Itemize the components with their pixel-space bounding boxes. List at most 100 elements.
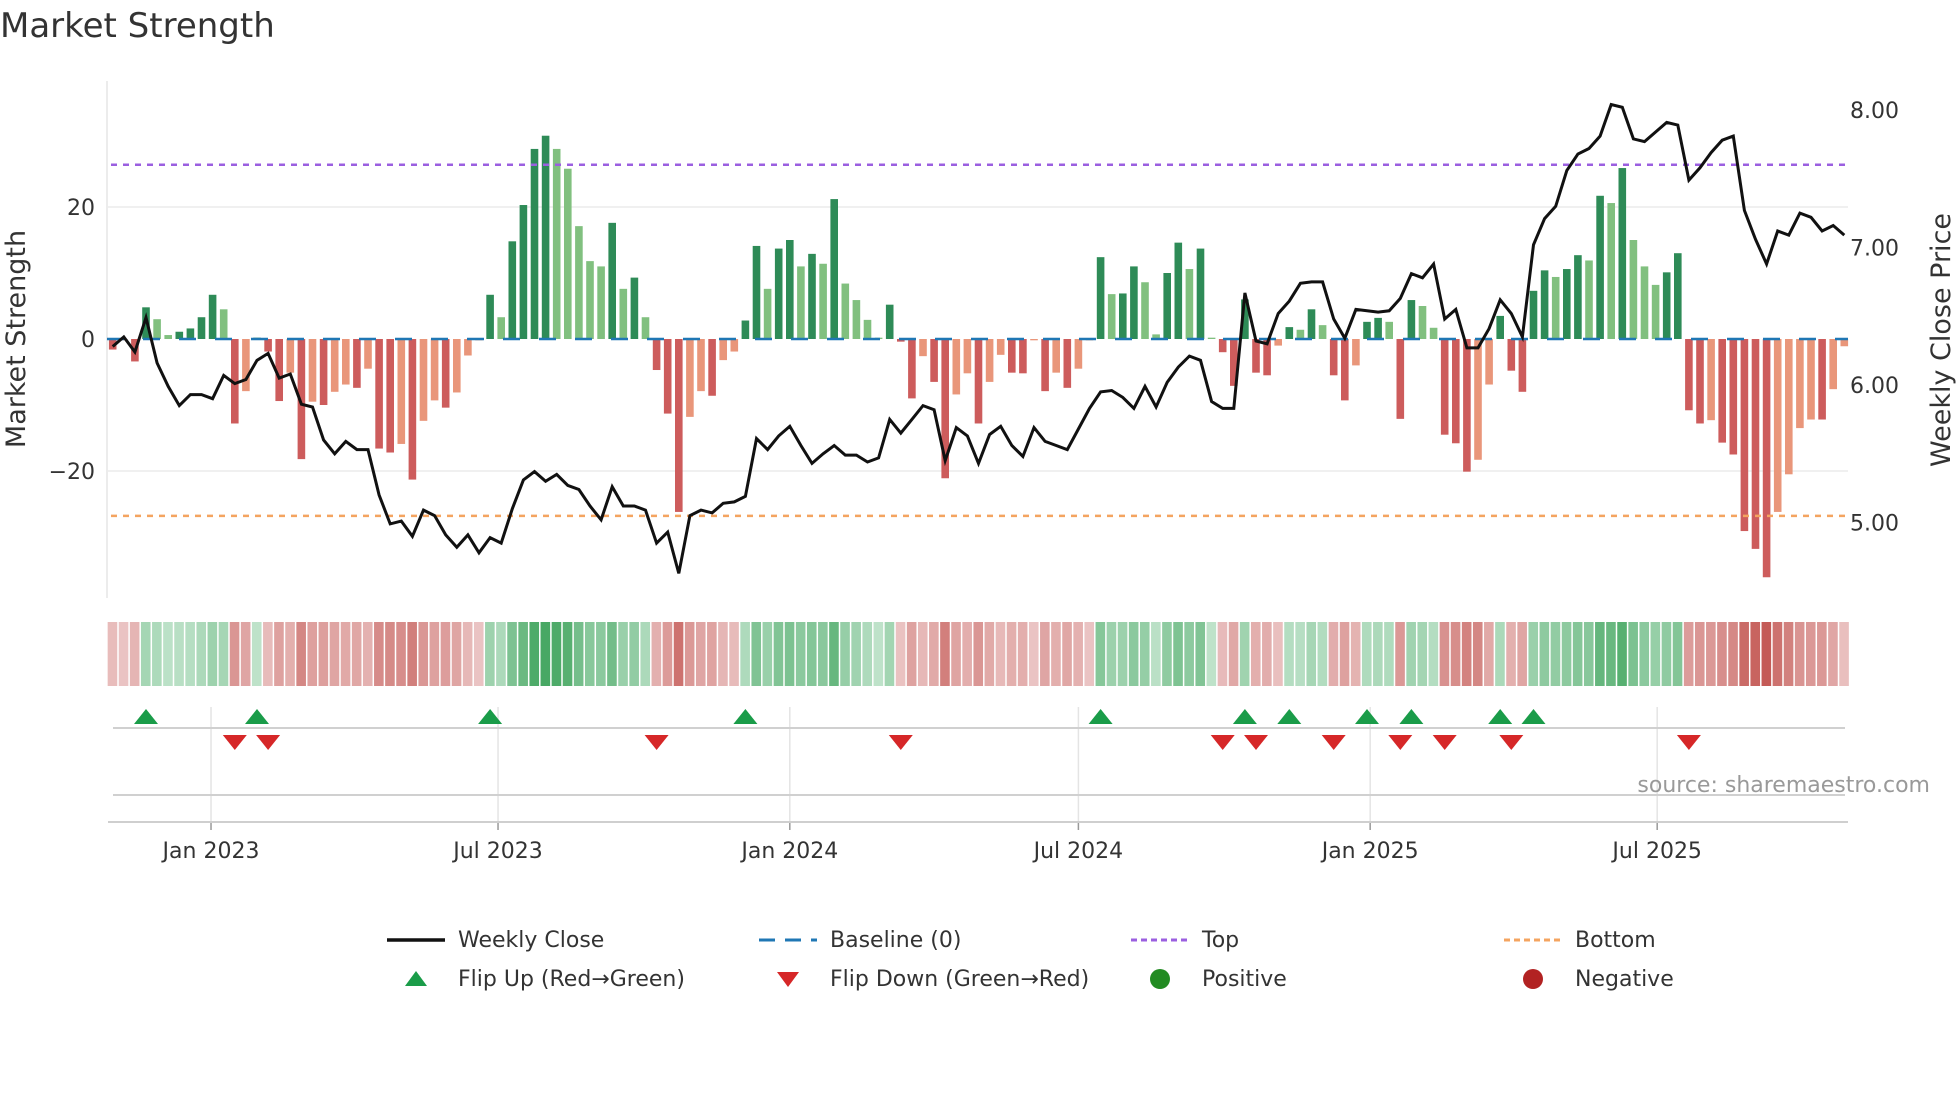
strength-bar: [242, 339, 250, 392]
strength-bar: [1374, 317, 1382, 339]
heat-strip-cell: [1350, 622, 1361, 686]
strength-bar: [741, 320, 750, 339]
heat-strip-cell: [573, 622, 584, 686]
strength-bar: [919, 339, 927, 357]
legend-baseline: Baseline (0): [759, 925, 961, 955]
heat-strip-cell: [229, 622, 240, 686]
x-tick-label: Jan 2025: [1320, 839, 1419, 864]
heat-strip-cell: [1195, 622, 1206, 686]
heat-strip-cell: [251, 622, 262, 686]
strength-bar: [397, 339, 406, 444]
strength-bar: [1629, 240, 1638, 339]
strength-bar: [996, 339, 1005, 355]
legend-label: Bottom: [1575, 927, 1656, 953]
flip-down-marker: [1388, 735, 1413, 750]
strength-bar: [508, 241, 517, 339]
heat-strip-cell: [1228, 622, 1239, 686]
heat-strip-cell: [1217, 622, 1228, 686]
source-note: source: sharemaestro.com: [1637, 773, 1930, 798]
y2-tick-label: 5.00: [1850, 512, 1899, 537]
circle-icon: [1504, 969, 1562, 989]
heat-strip-cell: [929, 622, 939, 686]
heat-strip-cell: [1572, 622, 1583, 686]
heat-strip-cell: [962, 622, 972, 686]
strength-bar: [1540, 270, 1549, 339]
strength-bar: [319, 339, 328, 405]
flip-up-marker: [134, 709, 158, 724]
strength-bar: [1718, 339, 1726, 443]
heat-strip-cell: [1040, 622, 1050, 686]
heat-strip-cell: [1761, 622, 1772, 686]
legend-label: Negative: [1575, 966, 1674, 992]
strength-bar: [1563, 269, 1571, 339]
heat-strip-cell: [795, 622, 806, 686]
heat-strip-cell: [263, 622, 273, 686]
legend-weekly-close: Weekly Close: [387, 925, 604, 955]
heat-strip-cell: [1273, 622, 1283, 686]
strength-bar: [1296, 329, 1305, 339]
strength-bar: [541, 135, 550, 339]
heat-strip-cell: [1417, 622, 1428, 686]
heat-strip-cell: [684, 622, 695, 686]
heat-strip-cell: [740, 622, 750, 686]
heat-strip-cell: [1783, 622, 1794, 686]
strength-bar: [1052, 339, 1060, 373]
legend-label: Flip Down (Green→Red): [830, 966, 1090, 992]
heat-strip-cell: [185, 622, 195, 686]
heat-strip-cell: [163, 622, 173, 686]
strength-bar: [1751, 339, 1760, 549]
strength-bar: [1551, 276, 1560, 339]
heat-strip-cell: [662, 622, 673, 686]
strength-bar: [164, 335, 172, 339]
heat-strip-cell: [307, 622, 318, 686]
strength-bar: [730, 339, 739, 352]
legend-label: Flip Up (Red→Green): [458, 966, 685, 992]
strength-bar: [1008, 339, 1016, 373]
heat-strip-cell: [917, 622, 928, 686]
flip-down-marker: [888, 735, 913, 750]
legend-negative: Negative: [1504, 964, 1674, 994]
strength-bar: [1385, 321, 1393, 339]
heat-strip-cell: [629, 622, 639, 686]
heat-strip-cell: [207, 622, 218, 686]
heat-strip-cell: [618, 622, 628, 686]
strength-bar: [1507, 339, 1516, 371]
heat-strip-cell: [973, 622, 984, 686]
strength-bar: [1396, 339, 1405, 419]
flip-up-marker: [1399, 709, 1424, 724]
strength-bar: [697, 339, 705, 392]
heat-strip-cell: [1506, 622, 1516, 686]
heat-strip-cell: [1284, 622, 1294, 686]
heat-strip-cell: [1306, 622, 1317, 686]
strength-bar: [963, 339, 972, 374]
heat-strip-cell: [540, 622, 551, 686]
heat-strip-cell: [1828, 622, 1838, 686]
x-tick-label: Jul 2024: [1032, 839, 1124, 864]
heat-strip-cell: [418, 622, 429, 686]
strength-bar: [708, 339, 716, 396]
heat-strip-cell: [318, 622, 329, 686]
heat-strip-cell: [651, 622, 662, 686]
heat-strip-cell: [718, 622, 728, 686]
heat-strip-cell: [1295, 622, 1305, 686]
strength-bar: [386, 339, 394, 453]
market-strength-chart: 20 0 −20 8.00 7.00 6.00 5.00 Market Strength Wee…: [1, 81, 1957, 864]
strength-bar: [1674, 253, 1682, 339]
strength-bar: [1041, 339, 1049, 392]
flip-up-marker: [1232, 709, 1257, 724]
strength-bar: [1119, 293, 1127, 339]
heat-strip-cell: [1073, 622, 1083, 686]
heat-strip-cell: [1239, 622, 1250, 686]
flip-down-marker: [644, 735, 669, 750]
heat-strip-cell: [529, 622, 540, 686]
strength-bar: [519, 205, 528, 339]
heat-strip-cell: [1672, 622, 1683, 686]
heat-strip-cell: [1717, 622, 1727, 686]
strength-bar: [308, 339, 317, 402]
flip-up-marker: [733, 709, 758, 724]
heat-strip-cell: [1650, 622, 1661, 686]
strength-bar: [852, 300, 861, 339]
heat-strip-cell: [274, 622, 284, 686]
strength-bar: [608, 222, 616, 339]
strength-bar: [974, 339, 983, 424]
